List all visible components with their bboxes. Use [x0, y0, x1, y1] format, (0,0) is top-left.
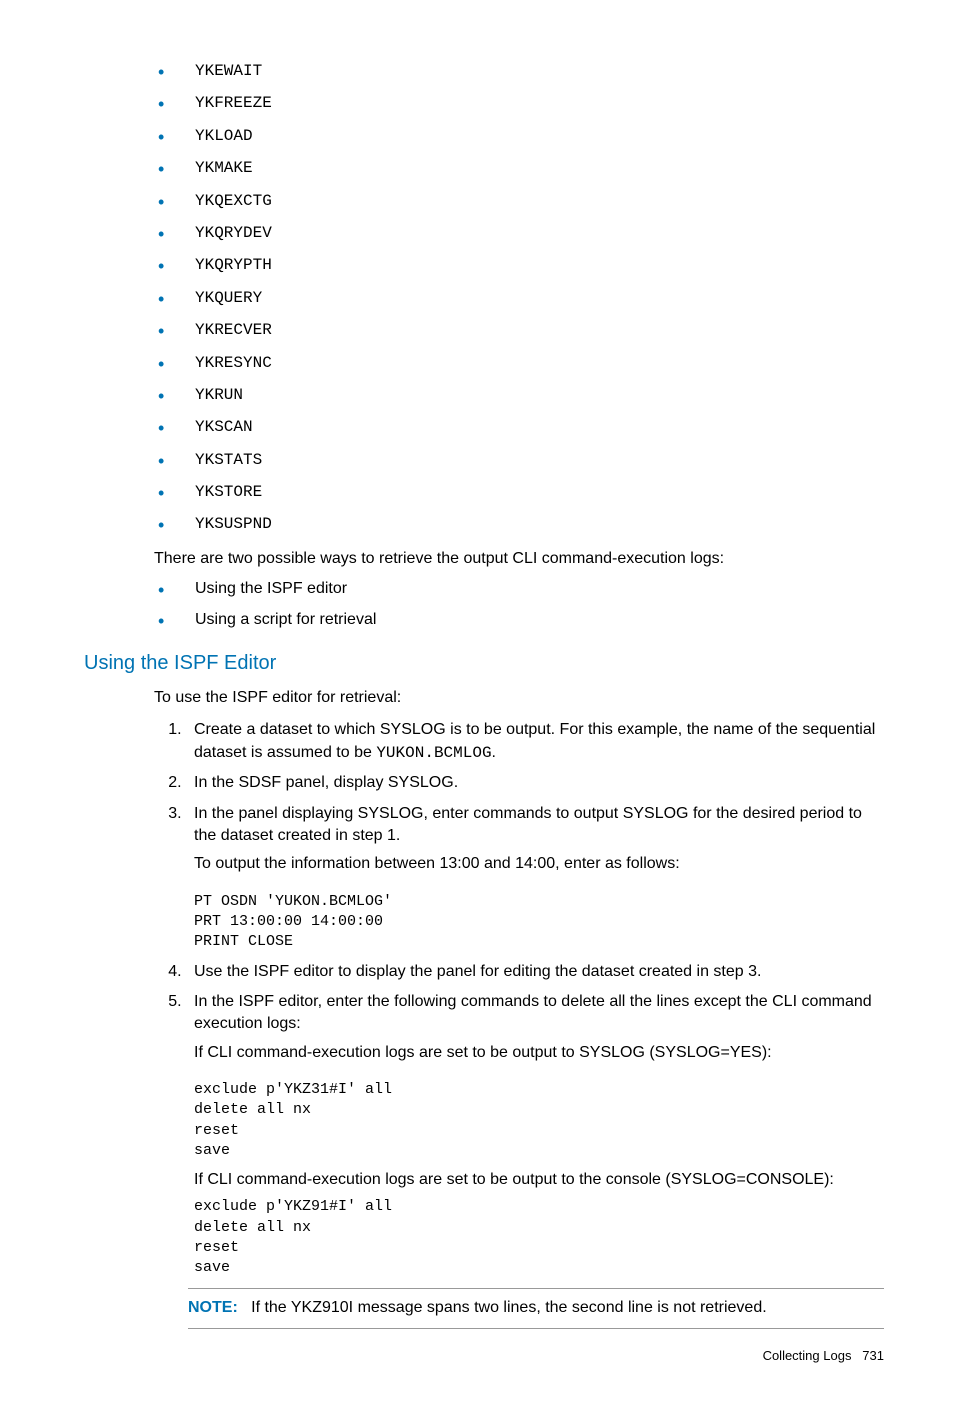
command-name: YKQEXCTG — [195, 192, 272, 210]
list-item: Using a script for retrieval — [70, 609, 884, 631]
note-label: NOTE: — [188, 1299, 238, 1316]
note-block: NOTE: If the YKZ910I message spans two l… — [188, 1288, 884, 1328]
code-block: PT OSDN 'YUKON.BCMLOG' PRT 13:00:00 14:0… — [194, 892, 884, 953]
command-name: YKRUN — [195, 386, 243, 404]
step-text: In the SDSF panel, display SYSLOG. — [194, 774, 458, 791]
ways-list: Using the ISPF editor Using a script for… — [70, 578, 884, 631]
command-name: YKSUSPND — [195, 515, 272, 533]
step-subtext: To output the information between 13:00 … — [194, 853, 884, 875]
page-number: 731 — [862, 1348, 884, 1363]
step-2: In the SDSF panel, display SYSLOG. — [186, 772, 884, 794]
command-name: YKRESYNC — [195, 354, 272, 372]
step-subtext: If CLI command-execution logs are set to… — [194, 1042, 884, 1064]
list-item: YKQRYPTH — [70, 254, 884, 276]
command-name: YKMAKE — [195, 159, 253, 177]
command-name: YKSCAN — [195, 418, 253, 436]
command-name: YKEWAIT — [195, 62, 262, 80]
list-item: YKSTATS — [70, 449, 884, 471]
command-name: YKQUERY — [195, 289, 262, 307]
list-item: YKRECVER — [70, 319, 884, 341]
intro-ways: There are two possible ways to retrieve … — [154, 548, 884, 570]
list-item: YKEWAIT — [70, 60, 884, 82]
list-item: Using the ISPF editor — [70, 578, 884, 600]
step-text: Create a dataset to which SYSLOG is to b… — [194, 721, 875, 760]
footer-label: Collecting Logs — [763, 1348, 852, 1363]
steps-list: Create a dataset to which SYSLOG is to b… — [154, 719, 884, 1278]
list-item: YKQUERY — [70, 287, 884, 309]
step-subtext: If CLI command-execution logs are set to… — [194, 1169, 884, 1191]
step-4: Use the ISPF editor to display the panel… — [186, 961, 884, 983]
list-item: YKQRYDEV — [70, 222, 884, 244]
list-item: YKLOAD — [70, 125, 884, 147]
step-5: In the ISPF editor, enter the following … — [186, 991, 884, 1279]
command-name: YKRECVER — [195, 321, 272, 339]
list-item: YKMAKE — [70, 157, 884, 179]
list-item: YKSTORE — [70, 481, 884, 503]
list-item: YKSUSPND — [70, 513, 884, 535]
list-item: YKQEXCTG — [70, 190, 884, 212]
section-heading: Using the ISPF Editor — [84, 649, 884, 677]
command-name: YKSTORE — [195, 483, 262, 501]
list-item: YKFREEZE — [70, 92, 884, 114]
step-3: In the panel displaying SYSLOG, enter co… — [186, 803, 884, 953]
dataset-name: YUKON.BCMLOG — [376, 744, 491, 762]
command-list: YKEWAIT YKFREEZE YKLOAD YKMAKE YKQEXCTG … — [70, 60, 884, 536]
page-footer: Collecting Logs 731 — [70, 1347, 884, 1365]
step-text: In the panel displaying SYSLOG, enter co… — [194, 805, 862, 844]
code-block: exclude p'YKZ91#I' all delete all nx res… — [194, 1197, 884, 1278]
way-label: Using a script for retrieval — [195, 611, 376, 628]
step-text: . — [492, 744, 496, 761]
command-name: YKQRYPTH — [195, 256, 272, 274]
command-name: YKFREEZE — [195, 94, 272, 112]
code-block: exclude p'YKZ31#I' all delete all nx res… — [194, 1080, 884, 1161]
step-text: In the ISPF editor, enter the following … — [194, 993, 872, 1032]
intro-use: To use the ISPF editor for retrieval: — [154, 687, 884, 709]
list-item: YKRESYNC — [70, 352, 884, 374]
list-item: YKRUN — [70, 384, 884, 406]
list-item: YKSCAN — [70, 416, 884, 438]
command-name: YKLOAD — [195, 127, 253, 145]
command-name: YKSTATS — [195, 451, 262, 469]
way-label: Using the ISPF editor — [195, 580, 347, 597]
step-text: Use the ISPF editor to display the panel… — [194, 963, 761, 980]
note-text: If the YKZ910I message spans two lines, … — [251, 1299, 767, 1316]
command-name: YKQRYDEV — [195, 224, 272, 242]
step-1: Create a dataset to which SYSLOG is to b… — [186, 719, 884, 764]
